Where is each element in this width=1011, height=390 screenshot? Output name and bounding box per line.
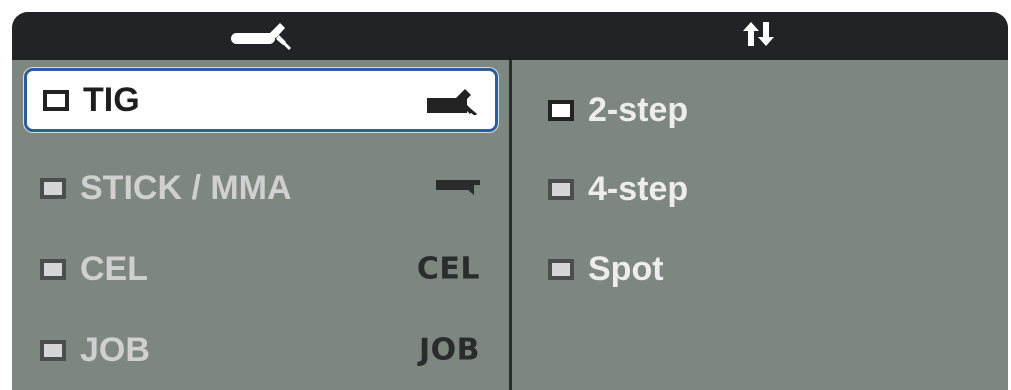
trigger-item-4-step[interactable]: 4-step [532, 157, 992, 221]
process-item-label: TIG [83, 80, 140, 119]
mode-selection-panel: TIG STICK / MMA CEL CEL JOB JOB 2-step 4… [12, 12, 1008, 390]
trigger-item-label: 2-step [588, 90, 689, 129]
process-item-cel[interactable]: CEL CEL [24, 237, 498, 301]
checkbox-icon [40, 177, 66, 199]
process-item-stick-mma[interactable]: STICK / MMA [24, 156, 498, 220]
cel-code-icon: CEL [416, 251, 480, 287]
trigger-column-header [510, 12, 1008, 60]
checkbox-icon [548, 258, 574, 280]
trigger-mode-arrows-icon [742, 21, 776, 52]
checkbox-icon [548, 99, 574, 121]
process-item-label: JOB [80, 330, 150, 369]
checkbox-icon [43, 89, 69, 111]
job-code-icon: JOB [418, 332, 480, 368]
panel-header [12, 12, 1008, 60]
tig-torch-icon [425, 85, 477, 115]
process-column-header [12, 12, 510, 60]
process-item-job[interactable]: JOB JOB [24, 318, 498, 382]
trigger-item-label: Spot [588, 249, 664, 288]
checkbox-icon [40, 258, 66, 280]
process-item-label: STICK / MMA [80, 168, 292, 207]
trigger-item-2-step[interactable]: 2-step [532, 78, 992, 142]
trigger-item-label: 4-step [588, 169, 689, 208]
process-item-label: CEL [80, 249, 148, 288]
checkbox-icon [40, 339, 66, 361]
checkbox-icon [548, 178, 574, 200]
stick-electrode-holder-icon [436, 177, 480, 199]
column-divider [509, 60, 512, 390]
process-item-tig[interactable]: TIG [24, 68, 498, 132]
tig-torch-icon [229, 18, 293, 55]
trigger-item-spot[interactable]: Spot [532, 237, 992, 301]
